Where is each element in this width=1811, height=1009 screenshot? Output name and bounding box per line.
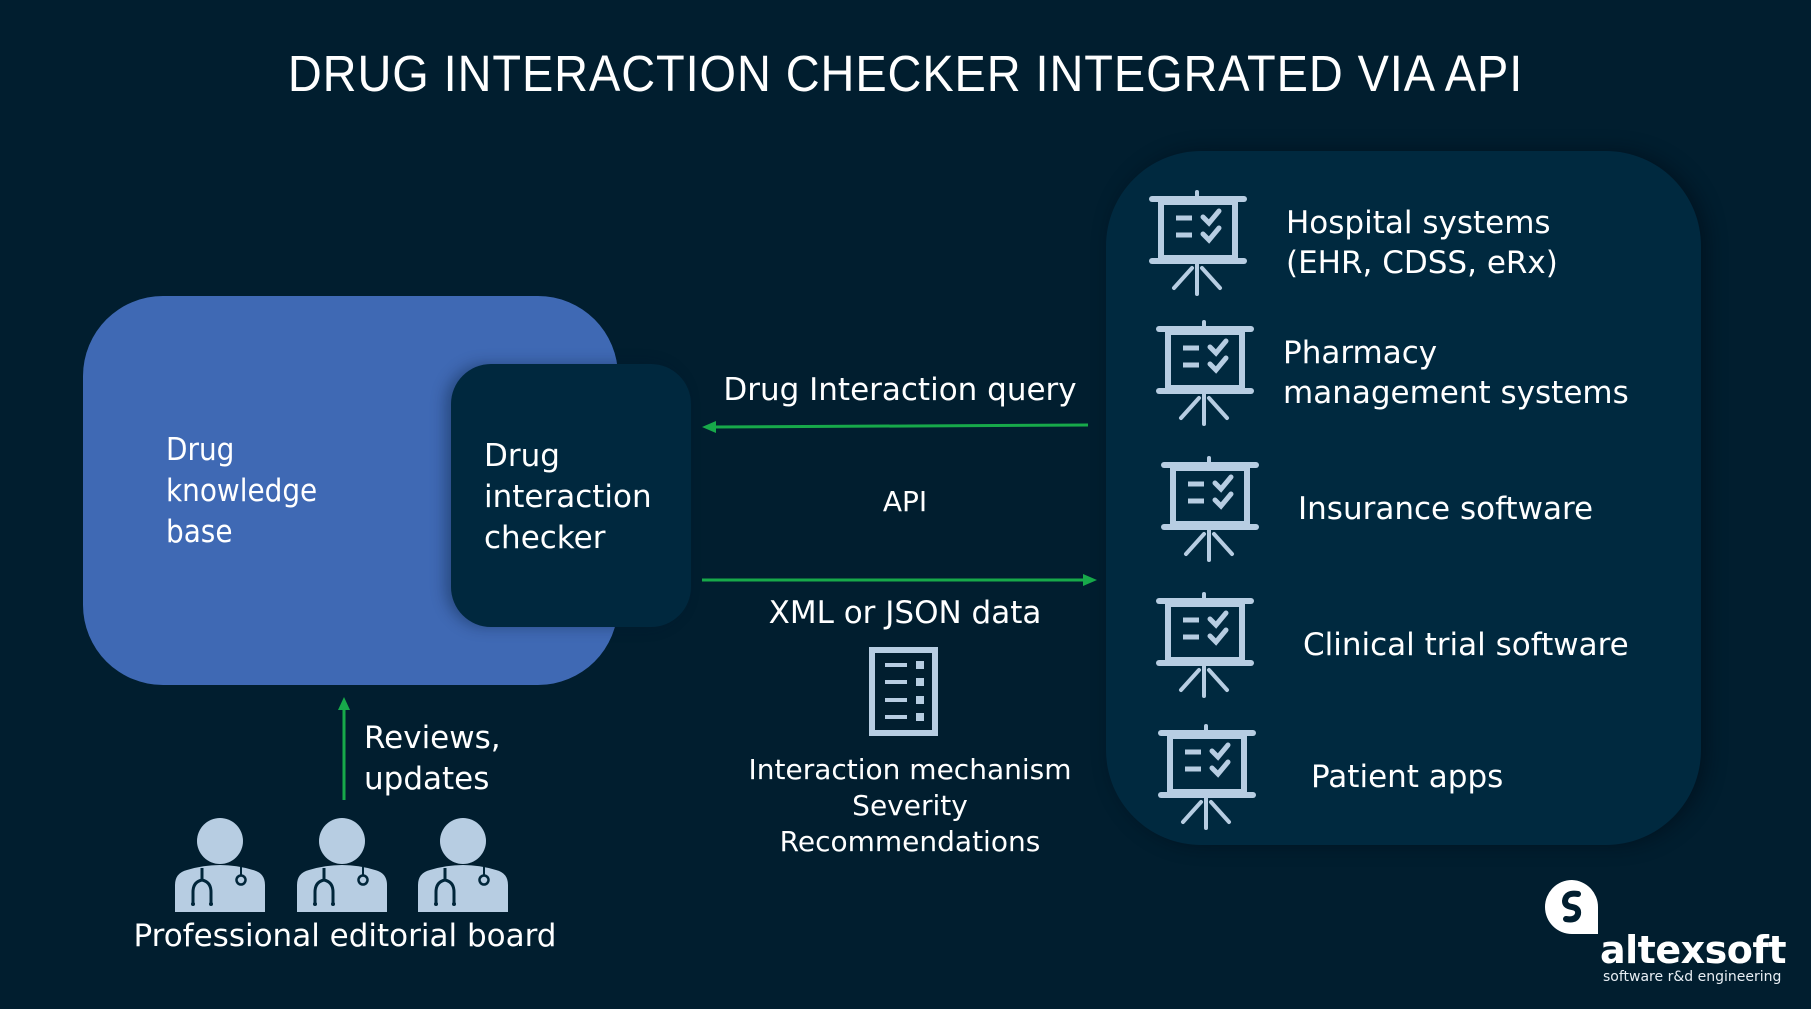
response-arrow bbox=[702, 574, 1097, 586]
presentation-board-icon bbox=[1148, 190, 1248, 296]
detail-item: Recommendations bbox=[779, 825, 1041, 858]
altexsoft-logo-tagline: software r&d engineering bbox=[1603, 969, 1782, 985]
editorial-board-label: Professional editorial board bbox=[133, 918, 557, 954]
reviews-label-line: Reviews, bbox=[364, 720, 501, 756]
api-label: API bbox=[882, 485, 928, 518]
target-label-line: Pharmacy bbox=[1283, 335, 1438, 371]
drug-interaction-checker-label: Drug interaction checker bbox=[484, 436, 652, 559]
checker-label-line: checker bbox=[484, 520, 606, 556]
target-patient-apps: Patient apps bbox=[1157, 724, 1503, 830]
detail-item: Interaction mechanism bbox=[748, 753, 1072, 786]
detail-item: Severity bbox=[852, 789, 968, 822]
target-insurance-software: Insurance software bbox=[1160, 456, 1593, 562]
doctor-icon bbox=[295, 816, 389, 914]
target-hospital-systems: Hospital systems (EHR, CDSS, eRx) bbox=[1148, 190, 1558, 296]
altexsoft-logo-icon bbox=[1545, 880, 1598, 934]
kb-label-line: knowledge bbox=[166, 473, 318, 509]
checker-label-line: interaction bbox=[484, 479, 652, 515]
checker-label-line: Drug bbox=[484, 438, 560, 474]
response-details: Interaction mechanism Severity Recommend… bbox=[700, 752, 1120, 860]
presentation-board-icon bbox=[1155, 592, 1255, 698]
presentation-board-icon bbox=[1160, 456, 1260, 562]
target-label-line: management systems bbox=[1283, 375, 1629, 411]
kb-label-line: Drug bbox=[166, 432, 235, 468]
query-label: Drug Interaction query bbox=[723, 372, 1077, 408]
target-clinical-trial-software: Clinical trial software bbox=[1155, 592, 1629, 698]
presentation-board-icon bbox=[1157, 724, 1257, 830]
doctor-icon bbox=[173, 816, 267, 914]
target-label-line: Insurance software bbox=[1298, 491, 1594, 527]
doctor-icon bbox=[416, 816, 510, 914]
target-label-line: Patient apps bbox=[1311, 759, 1504, 795]
response-format-label: XML or JSON data bbox=[768, 595, 1042, 631]
target-label-line: Hospital systems bbox=[1286, 205, 1551, 241]
page-title: DRUG INTERACTION CHECKER INTEGRATED VIA … bbox=[287, 45, 1524, 102]
query-arrow bbox=[702, 421, 1089, 433]
reviews-label-line: updates bbox=[364, 761, 490, 797]
altexsoft-logo-wordmark: altexsoft bbox=[1600, 928, 1787, 972]
presentation-board-icon bbox=[1155, 320, 1255, 426]
target-label-line: (EHR, CDSS, eRx) bbox=[1286, 245, 1558, 281]
document-list-icon bbox=[869, 647, 938, 736]
reviews-updates-label: Reviews, updates bbox=[364, 718, 501, 800]
reviews-arrow bbox=[338, 697, 350, 800]
kb-label-line: base bbox=[166, 514, 233, 550]
drug-knowledge-base-label: Drug knowledge base bbox=[166, 430, 317, 553]
target-label-line: Clinical trial software bbox=[1303, 627, 1629, 663]
target-pharmacy-systems: Pharmacy management systems bbox=[1155, 320, 1629, 426]
